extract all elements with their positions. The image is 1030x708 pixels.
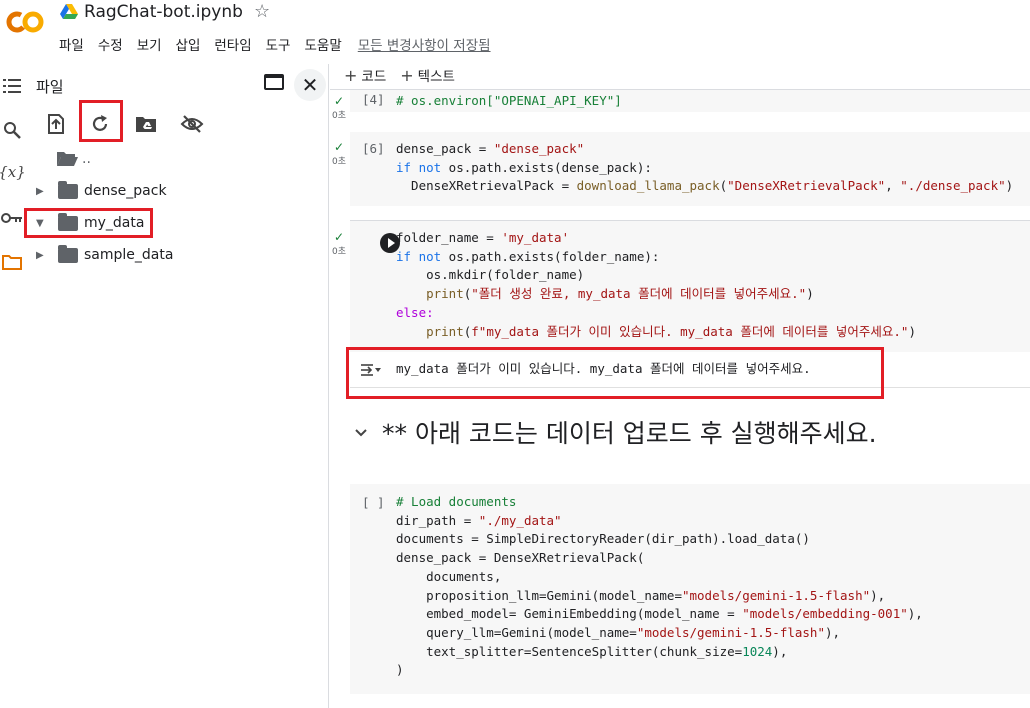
add-toolbar: + 코드 + 텍스트 (330, 60, 1030, 90)
markdown-heading[interactable]: ** 아래 코드는 데이터 업로드 후 실행해주세요. (354, 414, 877, 450)
search-icon[interactable] (0, 118, 24, 142)
menu-help[interactable]: 도움말 (304, 34, 341, 54)
code-cell[interactable]: [4] # os.environ["OPENAI_API_KEY"] (350, 90, 1030, 112)
close-icon[interactable]: ✕ (294, 69, 326, 101)
folder-icon (58, 244, 78, 263)
folder-icon (58, 180, 78, 199)
code-block[interactable]: folder_name = 'my_data' if not os.path.e… (396, 229, 916, 341)
refresh-highlight (79, 100, 123, 142)
check-icon: ✓ (333, 230, 345, 244)
caret-right-icon[interactable]: ▶ (36, 250, 48, 261)
menu-file[interactable]: 파일 (59, 34, 84, 54)
colab-logo[interactable] (6, 10, 44, 34)
star-icon[interactable]: ☆ (254, 1, 270, 22)
left-rail: {x} (0, 64, 28, 708)
drive-folder-icon[interactable] (130, 108, 162, 140)
menu-view[interactable]: 보기 (137, 34, 162, 54)
menu-tools[interactable]: 도구 (266, 34, 291, 54)
files-panel: 파일 ✕ .. ▶ dense_pack ▼ my_data ▶ sample_… (24, 64, 329, 708)
cell-status: ✓ 0초 (332, 140, 347, 167)
code-cell[interactable]: folder_name = 'my_data' if not os.path.e… (350, 220, 1030, 352)
code-line: # os.environ["OPENAI_API_KEY"] (396, 93, 622, 108)
key-icon[interactable] (0, 206, 24, 230)
code-cell[interactable]: [6] dense_pack = "dense_pack" if not os.… (350, 132, 1030, 206)
drive-icon[interactable] (60, 4, 78, 20)
cell-status: ✓ 0초 (332, 230, 347, 257)
add-code-button[interactable]: + 코드 (344, 65, 386, 85)
save-status[interactable]: 모든 변경사항이 저장됨 (358, 34, 491, 54)
exec-count: [ ] (362, 495, 385, 510)
code-block[interactable]: # Load documents dir_path = "./my_data" … (396, 493, 923, 680)
menu-runtime[interactable]: 런타임 (214, 34, 251, 54)
check-icon: ✓ (333, 140, 345, 154)
code-cell[interactable]: [ ] # Load documents dir_path = "./my_da… (350, 484, 1030, 694)
folder-open-icon (56, 151, 78, 167)
caret-right-icon[interactable]: ▶ (36, 186, 48, 197)
tree-item-label: dense_pack (84, 183, 167, 199)
tree-item-label: .. (82, 151, 91, 167)
heading-text: ** 아래 코드는 데이터 업로드 후 실행해주세요. (382, 419, 877, 448)
header: RagChat-bot.ipynb ☆ 파일 수정 보기 삽입 런타임 도구 도… (0, 0, 1030, 60)
output-highlight (346, 347, 884, 399)
menu-edit[interactable]: 수정 (98, 34, 123, 54)
panel-title: 파일 (36, 78, 64, 96)
my-data-highlight (24, 208, 153, 238)
menu-insert[interactable]: 삽입 (176, 34, 201, 54)
variables-icon[interactable]: {x} (0, 160, 26, 184)
notebook-title[interactable]: RagChat-bot.ipynb (84, 2, 243, 22)
tree-item-dense-pack[interactable]: ▶ dense_pack (28, 178, 328, 204)
add-text-button[interactable]: + 텍스트 (400, 65, 455, 85)
menu-bar: 파일 수정 보기 삽입 런타임 도구 도움말 모든 변경사항이 저장됨 (59, 34, 491, 54)
tree-item-sample-data[interactable]: ▶ sample_data (28, 242, 328, 268)
hide-icon[interactable] (176, 108, 208, 140)
check-icon: ✓ (333, 94, 345, 108)
tree-item-parent[interactable]: .. (28, 146, 328, 172)
folder-icon[interactable] (0, 250, 24, 274)
cell-status: ✓ 0초 (332, 94, 347, 121)
toc-icon[interactable] (0, 74, 24, 98)
exec-count: [4] (362, 92, 385, 107)
tree-item-label: sample_data (84, 247, 174, 263)
code-block[interactable]: dense_pack = "dense_pack" if not os.path… (396, 140, 1013, 196)
window-icon[interactable] (264, 74, 284, 90)
chevron-down-icon[interactable] (354, 423, 368, 442)
notebook-area: + 코드 + 텍스트 ✓ 0초 [4] # os.environ["OPENAI_AP… (330, 60, 1030, 708)
exec-count: [6] (362, 141, 385, 156)
upload-icon[interactable] (40, 108, 72, 140)
